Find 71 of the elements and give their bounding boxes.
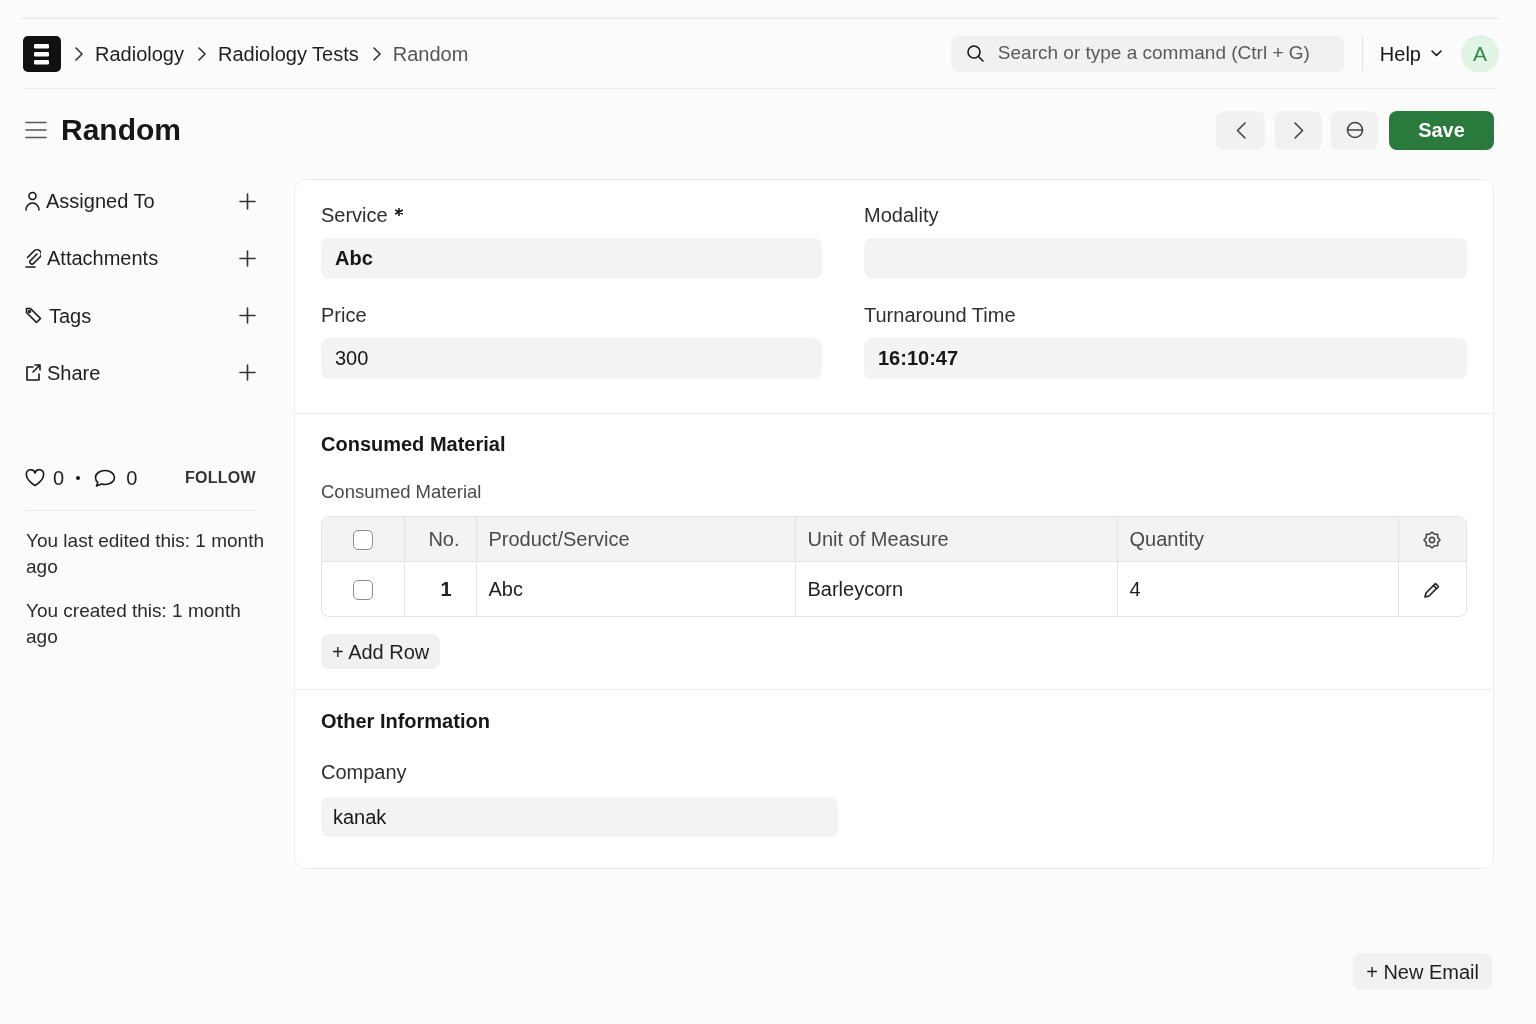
follow-link[interactable]: FOLLOW bbox=[184, 465, 256, 490]
sidebar-label: Attachments bbox=[47, 246, 159, 272]
chevron-right-icon bbox=[1293, 121, 1304, 139]
chevron-right-icon bbox=[75, 46, 83, 61]
table-cell: 1 bbox=[404, 561, 476, 616]
input-field[interactable]: 300 bbox=[321, 338, 822, 379]
input-field[interactable]: Abc bbox=[321, 238, 822, 279]
add-row-button[interactable]: + Add Row bbox=[321, 634, 441, 669]
like-count: 0 bbox=[53, 465, 65, 491]
plus-icon bbox=[239, 307, 256, 325]
input-field[interactable]: kanak bbox=[321, 797, 838, 837]
table-cell: 4 bbox=[1117, 561, 1398, 616]
tag-icon bbox=[25, 306, 43, 325]
field-label: Price bbox=[321, 303, 367, 328]
section-heading: Other Information bbox=[321, 709, 491, 734]
breadcrumb-link[interactable]: Radiology bbox=[95, 40, 184, 67]
search-field[interactable]: Search or type a command (Ctrl + G) bbox=[950, 35, 1344, 72]
field-label: Company bbox=[321, 760, 407, 785]
table-label: Consumed Material bbox=[321, 480, 483, 504]
field-label: Turnaround Time bbox=[864, 303, 1016, 328]
previous-button[interactable] bbox=[1216, 110, 1265, 150]
breadcrumb-link[interactable]: Random bbox=[392, 40, 469, 67]
menu-icon[interactable] bbox=[25, 121, 47, 139]
sidebar-label: Tags bbox=[49, 303, 92, 329]
next-button[interactable] bbox=[1275, 110, 1322, 150]
plus-icon bbox=[239, 192, 256, 210]
edit-icon[interactable] bbox=[1423, 581, 1442, 600]
activity-note: You last edited this: 1 month ago bbox=[26, 528, 265, 579]
chevron-right-icon bbox=[372, 46, 381, 61]
search-icon bbox=[966, 45, 984, 62]
separator-dot-icon bbox=[76, 475, 81, 480]
page-title: Random bbox=[61, 112, 181, 148]
add-button[interactable] bbox=[239, 307, 256, 325]
add-button[interactable] bbox=[239, 249, 256, 267]
chevron-left-icon bbox=[1235, 121, 1246, 139]
comment-count: 0 bbox=[126, 465, 138, 491]
new-email-button[interactable]: + New Email bbox=[1353, 953, 1492, 990]
column-header: Unit of Measure bbox=[795, 517, 1117, 561]
activity-note: You created this: 1 month ago bbox=[26, 598, 242, 649]
avatar[interactable]: A bbox=[1461, 34, 1499, 73]
table-cell: Abc bbox=[476, 561, 795, 616]
sidebar-label: Share bbox=[47, 360, 101, 386]
section-heading: Consumed Material bbox=[321, 432, 507, 457]
select-all-checkbox[interactable] bbox=[352, 530, 373, 551]
row-checkbox[interactable] bbox=[352, 580, 373, 601]
plus-icon bbox=[239, 249, 256, 267]
table-cell: Barleycorn bbox=[795, 561, 1117, 616]
chevron-right-icon bbox=[197, 46, 206, 61]
input-field[interactable]: 16:10:47 bbox=[864, 338, 1467, 379]
app-logo[interactable] bbox=[23, 35, 61, 72]
add-button[interactable] bbox=[239, 364, 256, 382]
column-header: Quantity bbox=[1117, 517, 1398, 561]
paperclip-icon bbox=[25, 248, 41, 269]
field-label: Service bbox=[321, 203, 388, 228]
comment-icon[interactable] bbox=[94, 468, 117, 487]
column-header: No. bbox=[404, 517, 476, 561]
save-button[interactable]: Save bbox=[1389, 110, 1494, 150]
column-header: Product/Service bbox=[476, 517, 795, 561]
breadcrumb-link[interactable]: Radiology Tests bbox=[217, 40, 359, 67]
add-button[interactable] bbox=[239, 192, 256, 210]
circle-minus-icon bbox=[1345, 121, 1364, 139]
plus-icon bbox=[239, 364, 256, 382]
caret-down-icon bbox=[1431, 50, 1442, 57]
heart-icon[interactable] bbox=[25, 468, 45, 487]
field-label: Modality bbox=[864, 203, 939, 228]
user-icon bbox=[25, 191, 40, 211]
circle-minus-button[interactable] bbox=[1331, 110, 1378, 150]
share-icon bbox=[25, 363, 41, 382]
help-menu[interactable]: Help bbox=[1379, 38, 1442, 69]
settings-icon[interactable] bbox=[1423, 531, 1442, 550]
sidebar-label: Assigned To bbox=[46, 189, 155, 214]
